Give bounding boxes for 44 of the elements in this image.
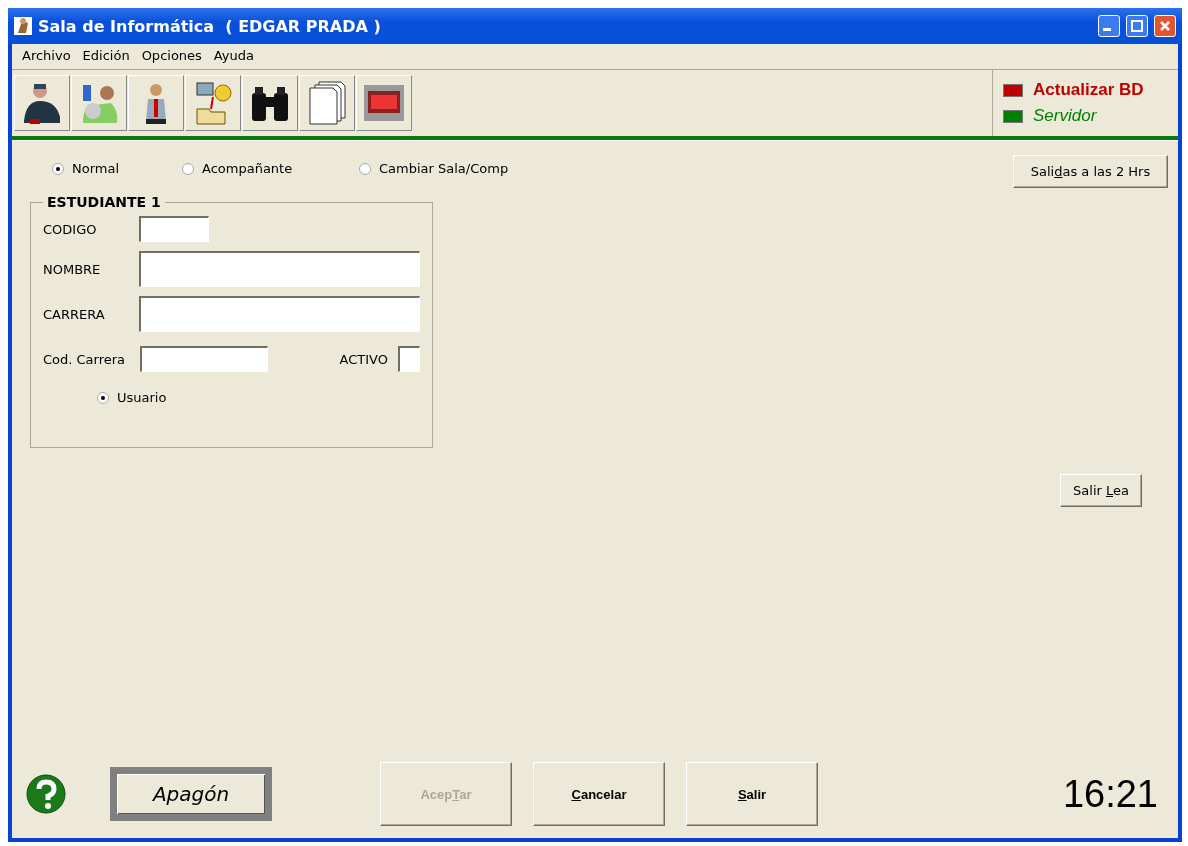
app-icon	[14, 17, 32, 35]
window-title: Sala de Informática ( EDGAR PRADA )	[38, 16, 382, 36]
radio-label: Cambiar Sala/Comp	[379, 161, 509, 176]
field-label: Cod. Carrera	[43, 351, 127, 367]
close-button[interactable]	[1154, 15, 1176, 37]
toolbar-button[interactable]	[14, 75, 70, 131]
clock: 16:21	[1062, 772, 1158, 816]
radio-label: Normal	[72, 161, 120, 176]
menu-item[interactable]: Opciones	[135, 48, 208, 63]
radio-button[interactable]	[182, 162, 194, 175]
checkbox[interactable]	[398, 346, 420, 372]
minimize-icon	[1103, 28, 1111, 31]
salir-lea-button[interactable]: Salir Lea	[1060, 474, 1142, 507]
toolbar-button[interactable]	[128, 75, 184, 131]
radio-label: Usuario	[117, 390, 167, 405]
close-icon	[1159, 20, 1171, 32]
input-field[interactable]	[140, 346, 268, 372]
menu-item[interactable]: Edición	[76, 48, 136, 63]
salidas-button[interactable]: Salidas a las 2 Hrs	[1013, 155, 1168, 188]
radio-button[interactable]	[52, 162, 64, 175]
input-field[interactable]	[139, 296, 420, 332]
group-title: ESTUDIANTE 1	[46, 194, 162, 210]
minimize-button[interactable]	[1098, 15, 1120, 37]
toolbar-button[interactable]	[242, 75, 298, 131]
radio-label: Acompañante	[202, 161, 293, 176]
field-label: NOMBRE	[43, 261, 102, 277]
field-label: ACTIVO	[339, 351, 388, 367]
help-icon	[26, 774, 66, 814]
input-field[interactable]	[139, 216, 209, 242]
radio-button[interactable]	[97, 391, 109, 404]
input-field[interactable]	[139, 251, 420, 287]
radio-button[interactable]	[359, 162, 371, 175]
field-label: CODIGO	[43, 221, 98, 237]
field-label: CARRERA	[43, 306, 106, 322]
menu-item[interactable]: Archivo	[16, 48, 77, 63]
maximize-button[interactable]	[1126, 15, 1148, 37]
status-label: Actualizar BD	[1033, 80, 1144, 100]
toolbar-button[interactable]	[356, 75, 412, 131]
dialog-button[interactable]: Cancelar	[533, 762, 665, 826]
menu-item[interactable]: Ayuda	[207, 48, 261, 63]
apagon-button[interactable]: Apagón	[110, 767, 272, 821]
maximize-icon	[1131, 20, 1143, 32]
status-label: Servidor	[1033, 106, 1097, 126]
dialog-button[interactable]: Salir	[686, 762, 818, 826]
